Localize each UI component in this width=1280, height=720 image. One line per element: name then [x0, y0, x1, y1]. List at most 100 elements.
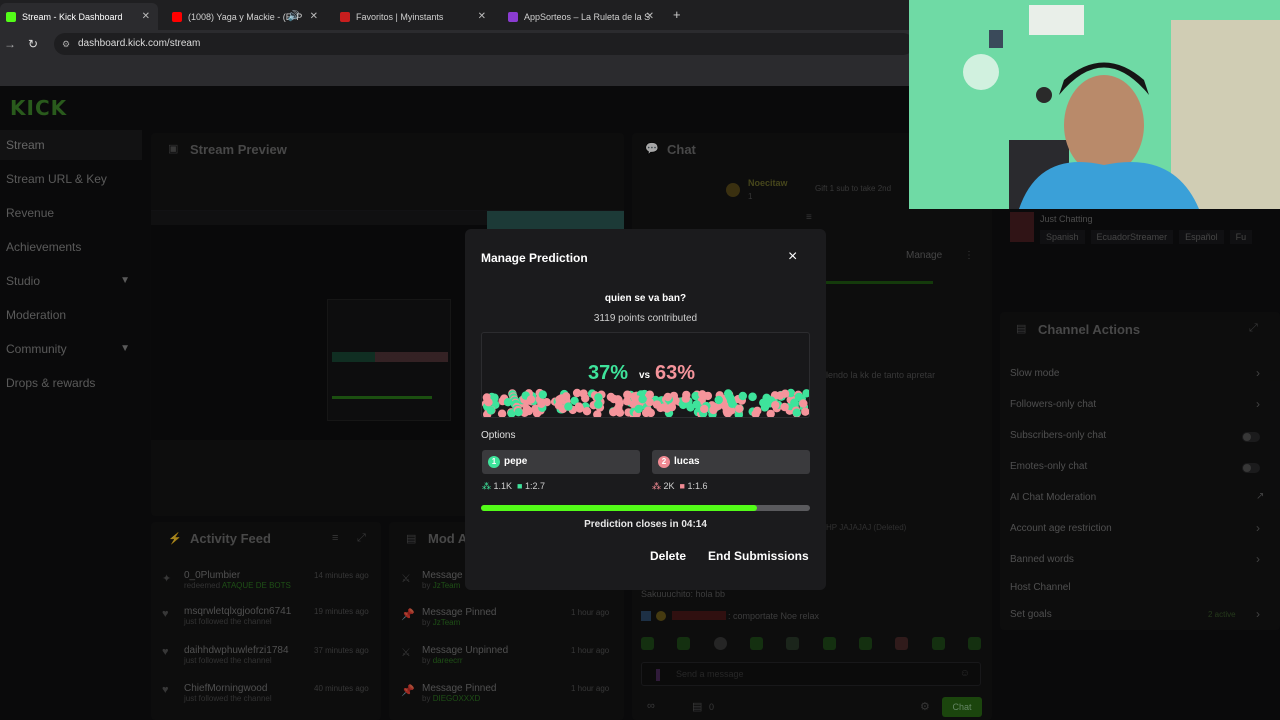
prediction-bubble — [692, 400, 701, 409]
prediction-bubble — [775, 391, 785, 400]
prediction-bubble — [645, 390, 654, 399]
prediction-bubble — [638, 395, 647, 404]
prediction-bubble — [538, 390, 547, 399]
prediction-bubble — [753, 406, 762, 415]
prediction-bubble — [799, 399, 808, 408]
prediction-timer-bar — [481, 505, 810, 511]
tab-kick-dashboard[interactable]: Stream - Kick Dashboard ✕ — [0, 3, 158, 30]
users-icon: ⁂ — [482, 481, 491, 491]
tab-youtube[interactable]: (1008) Yaga y Mackie - (El P 🔊 ✕ — [166, 3, 326, 30]
option-1-percentage: 37% — [588, 362, 629, 384]
site-settings-icon[interactable]: ⚙ — [62, 33, 70, 55]
option-number-badge: 1 — [488, 456, 500, 468]
appsorteos-favicon-icon — [508, 11, 518, 22]
prediction-bubble — [780, 402, 789, 412]
option-2-users: 2K — [663, 481, 675, 491]
close-tab-icon[interactable]: ✕ — [142, 11, 150, 22]
prediction-bubble — [663, 392, 672, 402]
prediction-bubble — [574, 402, 584, 411]
prediction-bubble — [503, 398, 513, 407]
url-text: dashboard.kick.com/stream — [78, 38, 201, 49]
prediction-bubble — [526, 395, 536, 404]
prediction-bubble — [611, 406, 620, 416]
webcam-overlay — [909, 0, 1280, 209]
youtube-favicon-icon — [172, 11, 182, 22]
prediction-bubble — [486, 406, 496, 415]
option-pepe[interactable]: 1 pepe — [482, 450, 640, 474]
new-tab-button[interactable]: + — [673, 7, 681, 22]
prediction-bubble — [735, 404, 744, 413]
prediction-bubble — [484, 398, 493, 407]
prediction-bubble — [623, 390, 632, 399]
tab-title: (1008) Yaga y Mackie - (El P — [188, 11, 303, 22]
delete-button[interactable]: Delete — [650, 549, 686, 563]
prediction-bubble — [582, 407, 592, 416]
prediction-bubble — [700, 404, 709, 414]
option-lucas[interactable]: 2 lucas — [652, 450, 810, 474]
trophy-icon: ■ — [679, 481, 685, 491]
prediction-bubble — [514, 408, 523, 417]
prediction-bubble — [698, 390, 707, 399]
option-label: pepe — [504, 456, 528, 467]
prediction-bubble — [609, 394, 618, 404]
prediction-bubble — [760, 403, 770, 412]
trophy-icon: ■ — [517, 481, 523, 491]
prediction-bubble — [646, 408, 655, 417]
prediction-bubble — [524, 406, 534, 416]
versus-label: vs — [639, 370, 651, 381]
prediction-bubble — [594, 393, 603, 402]
prediction-bubble — [790, 398, 799, 407]
prediction-bubble — [562, 392, 571, 401]
close-icon[interactable]: × — [788, 248, 797, 266]
option-number-badge: 2 — [658, 456, 670, 468]
prediction-bubble — [564, 402, 573, 411]
prediction-bubble — [656, 403, 665, 413]
points-contributed: 3119 points contributed — [593, 313, 698, 324]
myinstants-favicon-icon — [340, 11, 350, 22]
end-submissions-button[interactable]: End Submissions — [708, 549, 809, 563]
prediction-bubble — [748, 392, 757, 402]
prediction-bubble — [594, 400, 603, 409]
close-tab-icon[interactable]: ✕ — [478, 11, 486, 22]
modal-title: Manage Prediction — [481, 251, 588, 265]
users-icon: ⁂ — [652, 481, 661, 491]
prediction-bubble — [771, 401, 780, 410]
options-label: Options — [481, 430, 516, 441]
tab-appsorteos[interactable]: AppSorteos – La Ruleta de la S ✕ — [502, 3, 662, 30]
prediction-bubble — [728, 399, 737, 408]
prediction-bubble — [681, 394, 690, 403]
tab-myinstants[interactable]: Favoritos | Myinstants ✕ — [334, 3, 494, 30]
webcam-image — [909, 0, 1280, 209]
prediction-bubble — [581, 394, 590, 403]
close-tab-icon[interactable]: ✕ — [646, 11, 654, 22]
url-field[interactable]: ⚙ dashboard.kick.com/stream — [54, 33, 914, 55]
prediction-bubble — [762, 393, 771, 402]
prediction-bubble — [572, 388, 582, 398]
kick-favicon-icon — [6, 11, 16, 22]
option-1-users: 1.1K — [493, 481, 513, 491]
option-1-ratio: 1:2.7 — [525, 481, 546, 491]
tab-title: Favoritos | Myinstants — [356, 11, 444, 22]
prediction-bubble — [497, 409, 507, 417]
tab-title: Stream - Kick Dashboard — [22, 11, 123, 22]
prediction-bubble — [537, 399, 546, 408]
prediction-bubble — [634, 404, 643, 414]
option-2-percentage: 63% — [655, 362, 696, 384]
option-1-stats: ⁂ 1.1K ■ 1:2.7 — [482, 481, 545, 492]
forward-icon[interactable]: → — [4, 37, 16, 51]
prediction-bubble — [709, 405, 718, 415]
prediction-timer-fill — [481, 505, 758, 511]
prediction-bubble — [738, 391, 747, 401]
prediction-bubble — [792, 408, 801, 417]
prediction-bubble — [801, 407, 809, 416]
option-2-stats: ⁂ 2K ■ 1:1.6 — [652, 481, 708, 492]
prediction-question: quien se va ban? — [604, 293, 687, 304]
option-2-ratio: 1:1.6 — [687, 481, 708, 491]
tab-title: AppSorteos – La Ruleta de la S — [524, 11, 651, 22]
reload-icon[interactable]: ↻ — [28, 37, 38, 51]
prediction-bubble — [714, 395, 723, 405]
speaker-icon[interactable]: 🔊 — [288, 11, 300, 22]
prediction-bubble — [724, 390, 733, 400]
close-tab-icon[interactable]: ✕ — [310, 11, 318, 22]
option-label: lucas — [674, 456, 700, 467]
